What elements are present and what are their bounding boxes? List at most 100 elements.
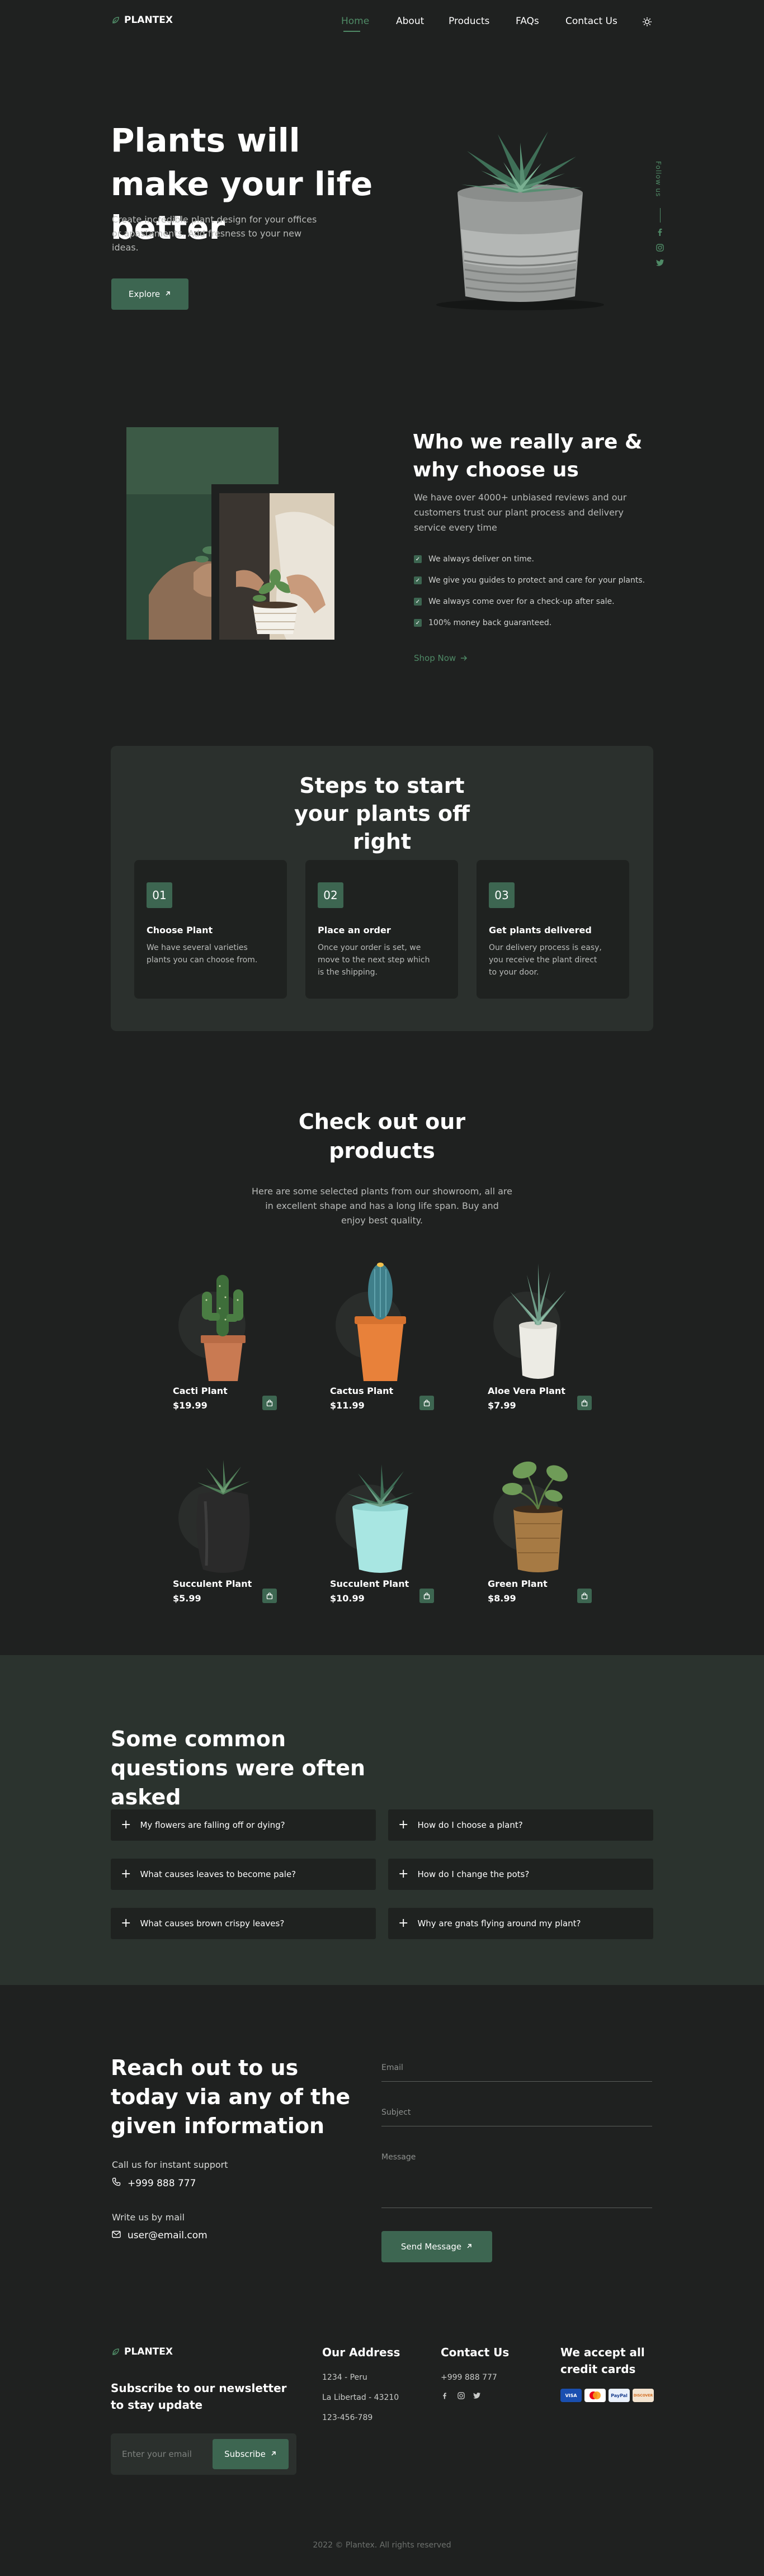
about-point: ✓ We always come over for a check-up aft… [414, 597, 615, 606]
step-card: 02 Place an order Once your order is set… [305, 860, 458, 999]
products-title: Check out our products [298, 1109, 466, 1163]
product-price: $5.99 [173, 1593, 201, 1604]
call-label: Call us for instant support [112, 2159, 228, 2170]
about-point: ✓ We give you guides to protect and care… [414, 576, 645, 585]
subscribe-button[interactable]: Subscribe [213, 2439, 289, 2469]
message-field[interactable] [381, 2145, 652, 2206]
faq-item[interactable]: + My flowers are falling off or dying? [111, 1809, 376, 1841]
product-card[interactable]: Succulent Plant $5.99 [173, 1451, 277, 1619]
plus-icon: + [121, 1867, 131, 1881]
plus-icon: + [121, 1916, 131, 1930]
footer-phone: +999 888 777 [441, 2373, 497, 2382]
check-icon: ✓ [414, 619, 422, 627]
send-message-button[interactable]: Send Message [381, 2231, 492, 2262]
about-point-text: We always deliver on time. [428, 555, 534, 564]
shopping-bag-icon[interactable] [419, 1396, 434, 1410]
faq-question: How do I change the pots? [417, 1869, 530, 1879]
product-card[interactable]: Aloe Vera Plant $7.99 [488, 1258, 592, 1426]
hero-plant-image [414, 117, 626, 313]
twitter-icon[interactable] [473, 2393, 480, 2399]
product-name: Cacti Plant [173, 1386, 228, 1396]
aloe-vera-plant-image [493, 1264, 566, 1379]
shop-now-label: Shop Now [414, 653, 456, 663]
subject-field[interactable] [381, 2100, 652, 2125]
sun-icon[interactable] [642, 17, 652, 27]
product-name: Green Plant [488, 1578, 548, 1589]
product-name: Succulent Plant [330, 1578, 409, 1589]
shopping-bag-icon[interactable] [577, 1589, 592, 1603]
faq-item[interactable]: + How do I change the pots? [388, 1859, 653, 1890]
product-card[interactable]: Succulent Plant $10.99 [330, 1451, 434, 1619]
product-card[interactable]: Cactus Plant $11.99 [330, 1258, 434, 1426]
product-card[interactable]: Cacti Plant $19.99 [173, 1258, 277, 1426]
step-description: Once your order is set, we move to the n… [318, 943, 430, 977]
faq-item[interactable]: + What causes leaves to become pale? [111, 1859, 376, 1890]
succulent-plant-image [178, 1460, 250, 1573]
newsletter-email-input[interactable]: Enter your email [122, 2449, 192, 2459]
steps-title: Steps to start your plants off right [294, 773, 470, 854]
cacti-plant-image [178, 1275, 246, 1381]
shop-now-link[interactable]: Shop Now [414, 653, 468, 663]
faq-question: What causes brown crispy leaves? [140, 1918, 285, 1929]
address-line: 123-456-789 [322, 2413, 373, 2422]
faq-question: My flowers are falling off or dying? [140, 1820, 285, 1830]
address-line: La Libertad - 43210 [322, 2393, 399, 2402]
plus-icon: + [398, 1818, 409, 1832]
nav-home[interactable]: Home [341, 16, 369, 27]
copyright: 2022 © Plantex. All rights reserved [313, 2541, 451, 2550]
nav-products[interactable]: Products [449, 16, 489, 27]
step-card: 03 Get plants delivered Our delivery pro… [477, 860, 629, 999]
faq-title: Some common questions were often asked [111, 1727, 366, 1809]
product-name: Cactus Plant [330, 1386, 394, 1396]
nav-contact[interactable]: Contact Us [565, 16, 617, 27]
shopping-bag-icon[interactable] [419, 1589, 434, 1603]
phone-icon [112, 2177, 121, 2189]
faq-question: Why are gnats flying around my plant? [417, 1918, 581, 1929]
nav-about[interactable]: About [396, 16, 424, 27]
arrow-up-right-icon [466, 2242, 473, 2252]
visa-card-icon: VISA [560, 2389, 582, 2402]
faq-question: How do I choose a plant? [417, 1820, 523, 1830]
contact-title: Reach out to us today via any of the giv… [111, 2055, 351, 2138]
hero-subtitle: Create incredible plant design for your … [112, 214, 317, 253]
arrow-up-right-icon [270, 2449, 277, 2459]
nav-faqs[interactable]: FAQs [516, 16, 539, 27]
step-number: 02 [318, 882, 343, 908]
email-field-underline [381, 2081, 652, 2082]
product-price: $7.99 [488, 1400, 516, 1411]
address-line: 1234 - Peru [322, 2373, 367, 2382]
step-title: Choose Plant [147, 925, 213, 935]
about-point-text: 100% money back guaranteed. [428, 618, 552, 627]
newsletter-title: Subscribe to our newsletter to stay upda… [111, 2381, 287, 2412]
shopping-bag-icon[interactable] [262, 1396, 277, 1410]
cards-title: We accept all credit cards [560, 2346, 645, 2376]
instagram-icon[interactable] [458, 2392, 465, 2399]
product-price: $10.99 [330, 1593, 365, 1604]
nav-active-indicator [343, 31, 360, 32]
faq-item[interactable]: + Why are gnats flying around my plant? [388, 1908, 653, 1939]
subscribe-label: Subscribe [224, 2449, 266, 2459]
instagram-icon[interactable] [656, 244, 664, 252]
twitter-icon[interactable] [656, 259, 664, 266]
follow-divider [660, 208, 661, 223]
email-contact[interactable]: user@email.com [112, 2230, 207, 2241]
phone-contact[interactable]: +999 888 777 [112, 2177, 196, 2189]
faq-item[interactable]: + How do I choose a plant? [388, 1809, 653, 1841]
email-address: user@email.com [128, 2230, 207, 2241]
about-image-small [219, 493, 334, 640]
product-price: $8.99 [488, 1593, 516, 1604]
address-title: Our Address [322, 2346, 400, 2359]
product-card[interactable]: Green Plant $8.99 [488, 1451, 592, 1619]
facebook-icon[interactable] [442, 2392, 447, 2399]
mail-label: Write us by mail [112, 2212, 185, 2223]
step-description: Our delivery process is easy, you receiv… [489, 943, 602, 977]
explore-button[interactable]: Explore [111, 278, 188, 310]
facebook-icon[interactable] [657, 228, 663, 236]
email-field[interactable] [381, 2055, 652, 2080]
footer-logo[interactable]: PLANTEX [112, 2346, 173, 2357]
about-point-text: We give you guides to protect and care f… [428, 576, 645, 585]
footer-contact-title: Contact Us [441, 2346, 510, 2359]
shopping-bag-icon[interactable] [262, 1589, 277, 1603]
faq-item[interactable]: + What causes brown crispy leaves? [111, 1908, 376, 1939]
shopping-bag-icon[interactable] [577, 1396, 592, 1410]
